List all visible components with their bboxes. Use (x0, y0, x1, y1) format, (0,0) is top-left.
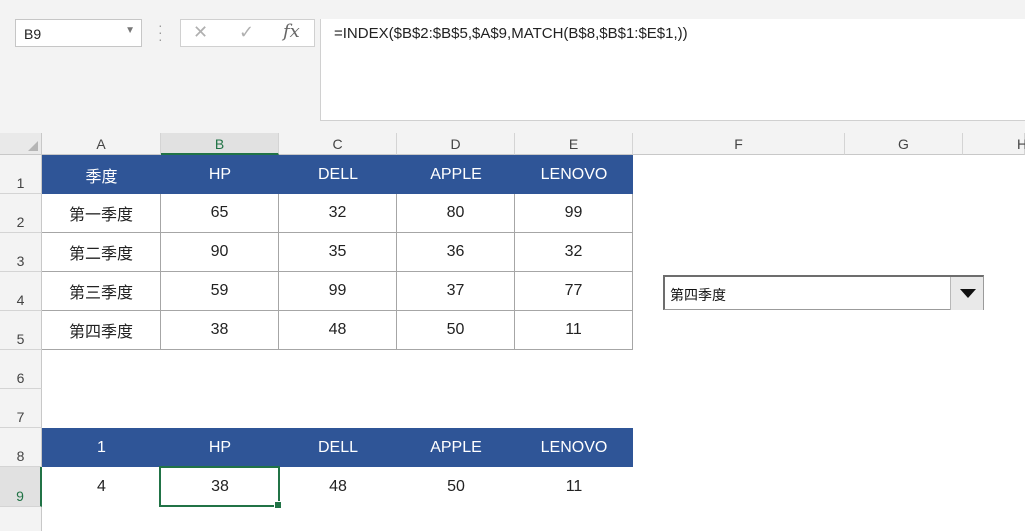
select-all-button[interactable] (0, 133, 42, 155)
triangle-down-icon (960, 289, 976, 298)
table-cell[interactable]: 65 (161, 194, 279, 233)
lookup-header-cell[interactable]: APPLE (397, 428, 515, 467)
lookup-cell[interactable]: 48 (279, 467, 397, 507)
table-cell[interactable]: 32 (515, 233, 633, 272)
lookup-header-cell[interactable]: DELL (279, 428, 397, 467)
select-all-triangle-icon (28, 141, 38, 151)
table-cell[interactable]: 50 (397, 311, 515, 350)
row-number: 6 (16, 370, 25, 386)
row-number: 4 (16, 292, 25, 308)
row-number: 3 (16, 253, 25, 269)
table-cell[interactable]: 32 (279, 194, 397, 233)
formula-bar-area: B9 ▼ · · · ✕ ✓ fx =INDEX($B$2:$B$5,$A$9,MA… (0, 0, 1025, 133)
table-header-cell[interactable]: LENOVO (515, 155, 633, 194)
column-header-g[interactable]: G (845, 133, 963, 155)
row-header-6[interactable]: 6 (0, 350, 42, 389)
column-header-d[interactable]: D (397, 133, 515, 155)
enter-icon[interactable]: ✓ (239, 22, 254, 43)
row-header-5[interactable]: 5 (0, 311, 42, 350)
name-box-value: B9 (24, 26, 42, 42)
table-cell[interactable]: 35 (279, 233, 397, 272)
table-cell[interactable]: 第三季度 (42, 272, 161, 311)
table-cell[interactable]: 80 (397, 194, 515, 233)
row-header-10[interactable] (0, 507, 42, 531)
formula-text: =INDEX($B$2:$B$5,$A$9,MATCH(B$8,$B$1:$E$… (334, 25, 688, 42)
lookup-cell[interactable]: 11 (515, 467, 633, 507)
table-cell[interactable]: 第一季度 (42, 194, 161, 233)
row-number: 1 (16, 175, 25, 191)
row-number: 8 (16, 448, 25, 464)
column-header-b[interactable]: B (161, 133, 279, 155)
row-header-9[interactable]: 9 (0, 467, 42, 507)
table-cell[interactable]: 99 (279, 272, 397, 311)
dropdown-selected-value: 第四季度 (670, 287, 726, 303)
row-header-7[interactable]: 7 (0, 389, 42, 428)
table-header-cell[interactable]: APPLE (397, 155, 515, 194)
dropdown-button[interactable] (950, 277, 983, 310)
insert-function-icon[interactable]: fx (283, 21, 300, 42)
table-cell[interactable]: 99 (515, 194, 633, 233)
row-number: 9 (16, 488, 24, 504)
row-header-2[interactable]: 2 (0, 194, 42, 233)
column-header-a[interactable]: A (42, 133, 161, 155)
lookup-cell[interactable]: 4 (42, 467, 161, 507)
table-header-cell[interactable]: HP (161, 155, 279, 194)
cancel-icon[interactable]: ✕ (193, 22, 208, 43)
column-header-e[interactable]: E (515, 133, 633, 155)
formula-buttons: ✕ ✓ fx (180, 19, 315, 47)
fill-handle[interactable] (274, 501, 282, 509)
active-cell-outline[interactable] (159, 466, 282, 509)
formula-input[interactable]: =INDEX($B$2:$B$5,$A$9,MATCH(B$8,$B$1:$E$… (320, 19, 1025, 121)
table-cell[interactable]: 77 (515, 272, 633, 311)
table-cell[interactable]: 11 (515, 311, 633, 350)
table-cell[interactable]: 38 (161, 311, 279, 350)
quarter-dropdown[interactable]: 第四季度 (663, 275, 984, 310)
row-number: 2 (16, 214, 25, 230)
lookup-cell[interactable]: 50 (397, 467, 515, 507)
table-cell[interactable]: 第四季度 (42, 311, 161, 350)
table-cell[interactable]: 59 (161, 272, 279, 311)
table-cell[interactable]: 48 (279, 311, 397, 350)
row-header-3[interactable]: 3 (0, 233, 42, 272)
column-header-c[interactable]: C (279, 133, 397, 155)
name-box[interactable]: B9 ▼ (15, 19, 142, 47)
table-cell[interactable]: 90 (161, 233, 279, 272)
table-header-cell[interactable]: 季度 (42, 155, 161, 194)
column-header-h[interactable]: H (963, 133, 1025, 155)
lookup-header-cell[interactable]: 1 (42, 428, 161, 467)
row-header-8[interactable]: 8 (0, 428, 42, 467)
table-cell[interactable]: 第二季度 (42, 233, 161, 272)
row-header-1[interactable]: 1 (0, 155, 42, 194)
table-cell[interactable]: 37 (397, 272, 515, 311)
lookup-header-cell[interactable]: LENOVO (515, 428, 633, 467)
splitter-handle[interactable]: · · · (158, 18, 163, 46)
row-number: 5 (16, 331, 25, 347)
row-number: 7 (16, 409, 25, 425)
lookup-header-cell[interactable]: HP (161, 428, 279, 467)
row-header-4[interactable]: 4 (0, 272, 42, 311)
table-header-cell[interactable]: DELL (279, 155, 397, 194)
chevron-down-icon[interactable]: ▼ (125, 25, 135, 36)
table-cell[interactable]: 36 (397, 233, 515, 272)
column-header-f[interactable]: F (633, 133, 845, 155)
